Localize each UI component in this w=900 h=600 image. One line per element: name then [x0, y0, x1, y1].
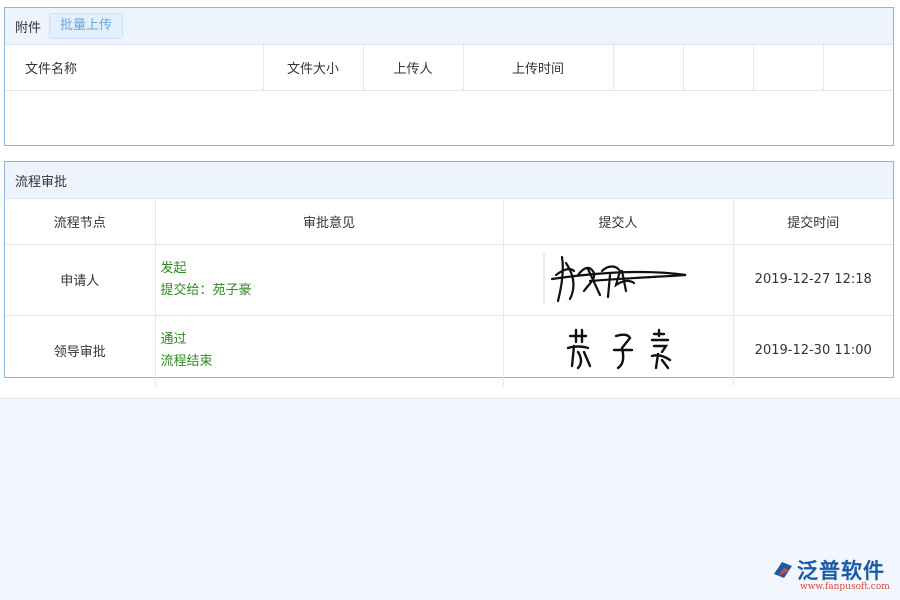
- submit-time-cell: 2019-12-27 12:18: [733, 244, 893, 316]
- opinion-line: 发起: [160, 260, 187, 276]
- opinion-cell: 通过 流程结束: [155, 315, 504, 386]
- column-uploader: 上传人: [363, 45, 464, 91]
- workflow-panel: 流程审批 流程节点 审批意见 提交人 提交时间 申请人 发起 提交给：苑子豪 2…: [4, 161, 894, 386]
- attachments-table: 文件名称 文件大小 上传人 上传时间: [5, 45, 893, 91]
- opinion-line: 通过: [160, 331, 187, 347]
- node-cell: 领导审批: [5, 315, 156, 386]
- column-opinion: 审批意见: [155, 199, 504, 245]
- column-submitter: 提交人: [503, 199, 734, 245]
- column-file-size: 文件大小: [263, 45, 364, 91]
- column-submit-time: 提交时间: [733, 199, 893, 245]
- brand-logo: 泛普软件 www.fanpusoft.com: [770, 553, 895, 598]
- signature-image: [543, 252, 686, 303]
- attachments-panel: 附件 批量上传 文件名称 文件大小 上传人 上传时间: [4, 7, 894, 146]
- brand-name: 泛普软件: [797, 559, 885, 583]
- column-node: 流程节点: [5, 199, 156, 245]
- batch-upload-button[interactable]: 批量上传: [49, 13, 124, 39]
- workflow-header: 流程审批: [5, 162, 893, 199]
- workflow-table: 流程节点 审批意见 提交人 提交时间 申请人 发起 提交给：苑子豪 2019-1…: [5, 199, 893, 386]
- attachments-header: 附件 批量上传: [5, 8, 893, 45]
- brand-logo-icon: [774, 562, 792, 578]
- column-extra-1: [613, 45, 684, 91]
- column-extra-2: [683, 45, 754, 91]
- opinion-line: 提交给：苑子豪: [160, 282, 252, 298]
- column-extra-3: [753, 45, 824, 91]
- submit-time-cell: 2019-12-30 11:00: [754, 343, 872, 358]
- brand-url: www.fanpusoft.com: [800, 582, 890, 592]
- opinion-line: 流程结束: [160, 353, 213, 369]
- attachments-title: 附件: [15, 20, 42, 36]
- opinion-cell: 发起 提交给：苑子豪: [155, 244, 504, 316]
- column-upload-time: 上传时间: [463, 45, 614, 91]
- workflow-title: 流程审批: [15, 174, 68, 190]
- table-row: 申请人 发起 提交给：苑子豪 2019-12-27 12:18: [5, 244, 893, 316]
- signature-image: [566, 328, 671, 369]
- signature-cell: [503, 244, 734, 316]
- workflow-header-row: 流程节点 审批意见 提交人 提交时间: [5, 199, 893, 245]
- column-extra-4: [823, 45, 893, 91]
- column-file-name: 文件名称: [5, 45, 264, 91]
- signature-cell: [503, 315, 734, 386]
- node-cell: 申请人: [5, 244, 156, 316]
- table-row: 领导审批 通过 流程结束 2019-12-30 11:00: [5, 315, 893, 386]
- page-background: [0, 398, 900, 600]
- attachments-header-row: 文件名称 文件大小 上传人 上传时间: [5, 45, 893, 91]
